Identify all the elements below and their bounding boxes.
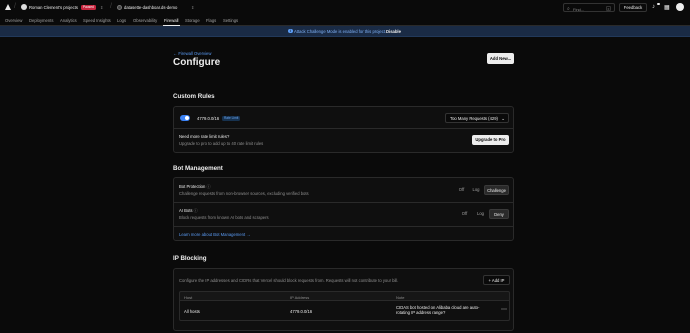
attack-mode-banner: i Attack Challenge Mode is enabled for t…	[0, 26, 690, 37]
user-avatar[interactable]	[676, 3, 684, 11]
bot-protection-mode-selector: Off Log Challenge	[455, 184, 509, 195]
tab-analytics[interactable]: Analytics	[60, 18, 77, 23]
back-link-label: Firewall Overview	[178, 51, 212, 56]
top-navigation: / Roman Clement's projects Paused ⇕ / da…	[0, 0, 690, 26]
search-input[interactable]: ⌕ Find... F	[563, 3, 615, 12]
custom-rules-title: Custom Rules	[173, 93, 215, 100]
tab-firewall[interactable]: Firewall	[164, 18, 178, 23]
bot-protection-option-challenge[interactable]: Challenge	[484, 184, 509, 195]
project-name[interactable]: datasette-dashboar.ds-demo	[124, 5, 177, 10]
bot-management-card: Bot Protection ⓘ Challenge requests from…	[173, 177, 514, 241]
search-shortcut-key: F	[606, 5, 611, 11]
card-divider	[174, 202, 513, 203]
breadcrumb-separator-icon: /	[14, 3, 16, 10]
tab-speed-insights[interactable]: Speed Insights	[83, 18, 111, 23]
card-divider	[174, 128, 513, 129]
breadcrumb-separator-icon: /	[110, 3, 112, 10]
banner-message: Attack Challenge Mode is enabled for thi…	[294, 29, 387, 35]
row-note: CIDAS bot hosted on Alibaba cloud are au…	[396, 304, 480, 316]
learn-more-label: Learn more about Bot Management	[179, 232, 246, 237]
custom-rules-card: 4779.0.0/16 Rate Limit Too Many Requests…	[173, 106, 514, 153]
bot-management-title: Bot Management	[173, 165, 223, 172]
disable-attack-mode-link[interactable]: Disable	[386, 29, 401, 34]
add-new-button[interactable]: Add New...	[487, 53, 514, 64]
arrow-right-icon: →	[246, 232, 251, 237]
rule-type-badge: Rate Limit	[222, 115, 241, 121]
search-icon: ⌕	[567, 5, 570, 12]
bot-protection-title-text: Bot Protection	[179, 184, 206, 189]
row-host: All hosts	[184, 309, 200, 314]
ai-bots-mode-selector: Off Log Deny	[457, 208, 509, 219]
rule-enabled-toggle[interactable]	[180, 115, 190, 121]
tab-storage[interactable]: Storage	[185, 18, 200, 23]
page-title: Configure	[173, 57, 221, 68]
ai-bots-title-text: AI Bots	[179, 208, 193, 213]
vercel-logo-icon[interactable]	[5, 4, 11, 10]
ai-bots-option-log[interactable]: Log	[473, 209, 488, 219]
project-avatar[interactable]	[117, 4, 122, 10]
top-bar-row: / Roman Clement's projects Paused ⇕ / da…	[0, 0, 690, 15]
tab-settings[interactable]: Settings	[223, 18, 238, 23]
info-icon[interactable]: ⓘ	[194, 208, 198, 213]
tab-logs[interactable]: Logs	[117, 18, 126, 23]
rule-action-value: Too Many Requests (429)	[450, 115, 498, 121]
column-header-note: Note	[396, 295, 405, 300]
tab-overview[interactable]: Overview	[5, 18, 22, 23]
notification-dot	[657, 2, 660, 5]
bot-protection-description: Challenge requests from non-browser sour…	[179, 190, 309, 196]
team-status-badge: Paused	[81, 4, 96, 10]
column-header-host: Host	[184, 295, 193, 300]
info-icon: i	[288, 28, 293, 34]
ip-blocking-title: IP Blocking	[173, 255, 207, 262]
project-tabs: Overview Deployments Analytics Speed Ins…	[0, 15, 690, 26]
ip-table-header: Host IP Address Note	[179, 291, 510, 301]
project-switcher-chevron-icon[interactable]: ⇕	[191, 5, 194, 10]
apps-grid-icon[interactable]: ▦	[664, 4, 670, 11]
learn-more-bot-management-link[interactable]: Learn more about Bot Management →	[179, 232, 250, 237]
back-to-firewall-overview-link[interactable]: ← Firewall Overview	[173, 51, 211, 56]
search-placeholder: Find...	[573, 6, 585, 12]
ai-bots-option-deny[interactable]: Deny	[489, 208, 509, 219]
rule-action-select[interactable]: Too Many Requests (429) ⌄	[445, 112, 509, 123]
tab-flags[interactable]: Flags	[206, 18, 216, 23]
team-avatar[interactable]	[21, 4, 27, 10]
upsell-title: Need more rate limit rules?	[179, 134, 230, 139]
ai-bots-option-off[interactable]: Off	[457, 209, 472, 219]
card-divider	[174, 226, 513, 227]
ai-bots-description: Block requests from known AI bots and sc…	[179, 214, 269, 220]
ai-bots-title: AI Bots ⓘ	[179, 208, 198, 214]
tab-observability[interactable]: Observability	[133, 18, 157, 23]
tab-deployments[interactable]: Deployments	[29, 18, 53, 23]
ip-blocking-card: Configure the IP addresses and CIDRs tha…	[173, 268, 514, 331]
ip-blocking-description: Configure the IP addresses and CIDRs tha…	[179, 278, 399, 283]
team-name[interactable]: Roman Clement's projects	[29, 5, 78, 10]
rule-cidr: 4779.0.0/16	[197, 116, 220, 121]
add-ip-label: Add IP	[491, 277, 505, 283]
plus-icon: +	[488, 277, 491, 283]
feedback-button[interactable]: Feedback	[619, 3, 647, 12]
table-row: All hosts 4779.0.0/16 CIDAS bot hosted o…	[179, 301, 510, 321]
add-ip-button[interactable]: + Add IP	[483, 274, 510, 285]
upsell-description: Upgrade to pro to add up to 40 rate limi…	[179, 140, 264, 146]
team-switcher-chevron-icon[interactable]: ⇕	[100, 5, 103, 10]
bot-protection-option-off[interactable]: Off	[455, 185, 468, 195]
toggle-knob	[185, 115, 190, 120]
row-ip-address: 4779.0.0/16	[290, 309, 313, 314]
column-header-ip-address: IP Address	[290, 295, 310, 300]
notifications-bell-icon[interactable]: ♪	[652, 4, 655, 10]
info-icon[interactable]: ⓘ	[206, 184, 210, 189]
bot-protection-title: Bot Protection ⓘ	[179, 184, 211, 190]
upgrade-to-pro-button[interactable]: Upgrade to Pro	[472, 134, 509, 145]
chevron-down-icon: ⌄	[501, 115, 505, 121]
row-actions-menu-icon[interactable]: ⋯	[501, 306, 507, 313]
bot-protection-option-log[interactable]: Log	[469, 185, 483, 195]
